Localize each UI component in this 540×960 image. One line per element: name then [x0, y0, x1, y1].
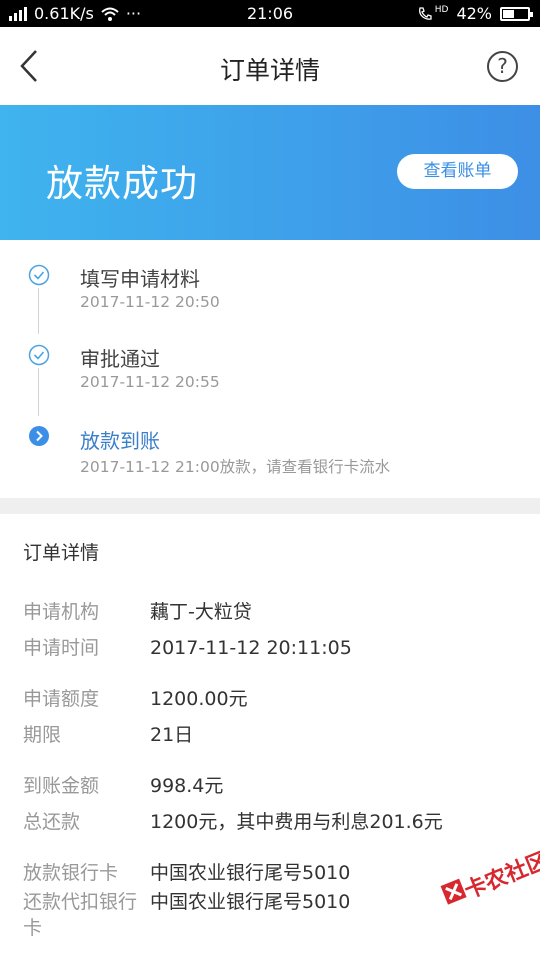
timeline-connector — [38, 368, 39, 416]
step-title: 填写申请材料 — [80, 267, 200, 291]
detail-value: 1200.00元 — [150, 688, 248, 710]
details-heading: 订单详情 — [23, 542, 100, 564]
page-title: 订单详情 — [219, 56, 320, 85]
nav-bar: 订单详情 ? — [0, 27, 540, 105]
arrow-circle-icon — [29, 426, 49, 446]
battery-fill — [503, 9, 514, 18]
step-time: 2017-11-12 20:55 — [80, 373, 220, 391]
detail-value: 21日 — [150, 724, 194, 746]
detail-value: 2017-11-12 20:11:05 — [150, 637, 352, 659]
detail-value: 1200元，其中费用与利息201.6元 — [150, 811, 443, 833]
detail-label-wrap: 卡 — [23, 917, 43, 939]
hd-label: HD — [434, 4, 449, 15]
check-circle-icon — [28, 264, 50, 286]
view-bill-button[interactable]: 查看账单 — [397, 154, 518, 189]
detail-label: 申请时间 — [23, 637, 100, 659]
detail-label: 放款银行卡 — [23, 862, 119, 884]
detail-label: 总还款 — [23, 811, 81, 833]
status-banner: 放款成功 查看账单 — [0, 105, 540, 240]
step-time: 2017-11-12 20:50 — [80, 293, 220, 311]
progress-timeline: 填写申请材料 2017-11-12 20:50 审批通过 2017-11-12 … — [0, 240, 540, 498]
check-circle-icon — [28, 344, 50, 366]
step-title: 审批通过 — [80, 347, 160, 371]
detail-value: 中国农业银行尾号5010 — [150, 862, 351, 884]
detail-label: 申请额度 — [23, 688, 100, 710]
battery-percent: 42% — [456, 4, 492, 23]
status-right: HD 42% — [417, 4, 533, 23]
detail-value: 藕丁-大粒贷 — [150, 601, 252, 623]
detail-value: 中国农业银行尾号5010 — [150, 891, 351, 913]
step-title-current: 放款到账 — [80, 429, 160, 453]
timeline-connector — [38, 288, 39, 334]
detail-value: 998.4元 — [150, 775, 224, 797]
help-button[interactable]: ? — [487, 51, 518, 82]
status-bar: 0.61K/s ··· 21:06 HD 42% — [0, 0, 540, 27]
loan-status-title: 放款成功 — [46, 162, 198, 205]
step-time: 2017-11-12 21:00放款，请查看银行卡流水 — [80, 458, 391, 476]
detail-label: 期限 — [23, 724, 62, 746]
battery-icon — [500, 6, 533, 21]
detail-label: 到账金额 — [23, 775, 100, 797]
call-hd-icon — [418, 6, 432, 20]
section-divider — [0, 498, 540, 514]
detail-label: 申请机构 — [23, 601, 100, 623]
detail-label: 还款代扣银行 — [23, 891, 138, 913]
